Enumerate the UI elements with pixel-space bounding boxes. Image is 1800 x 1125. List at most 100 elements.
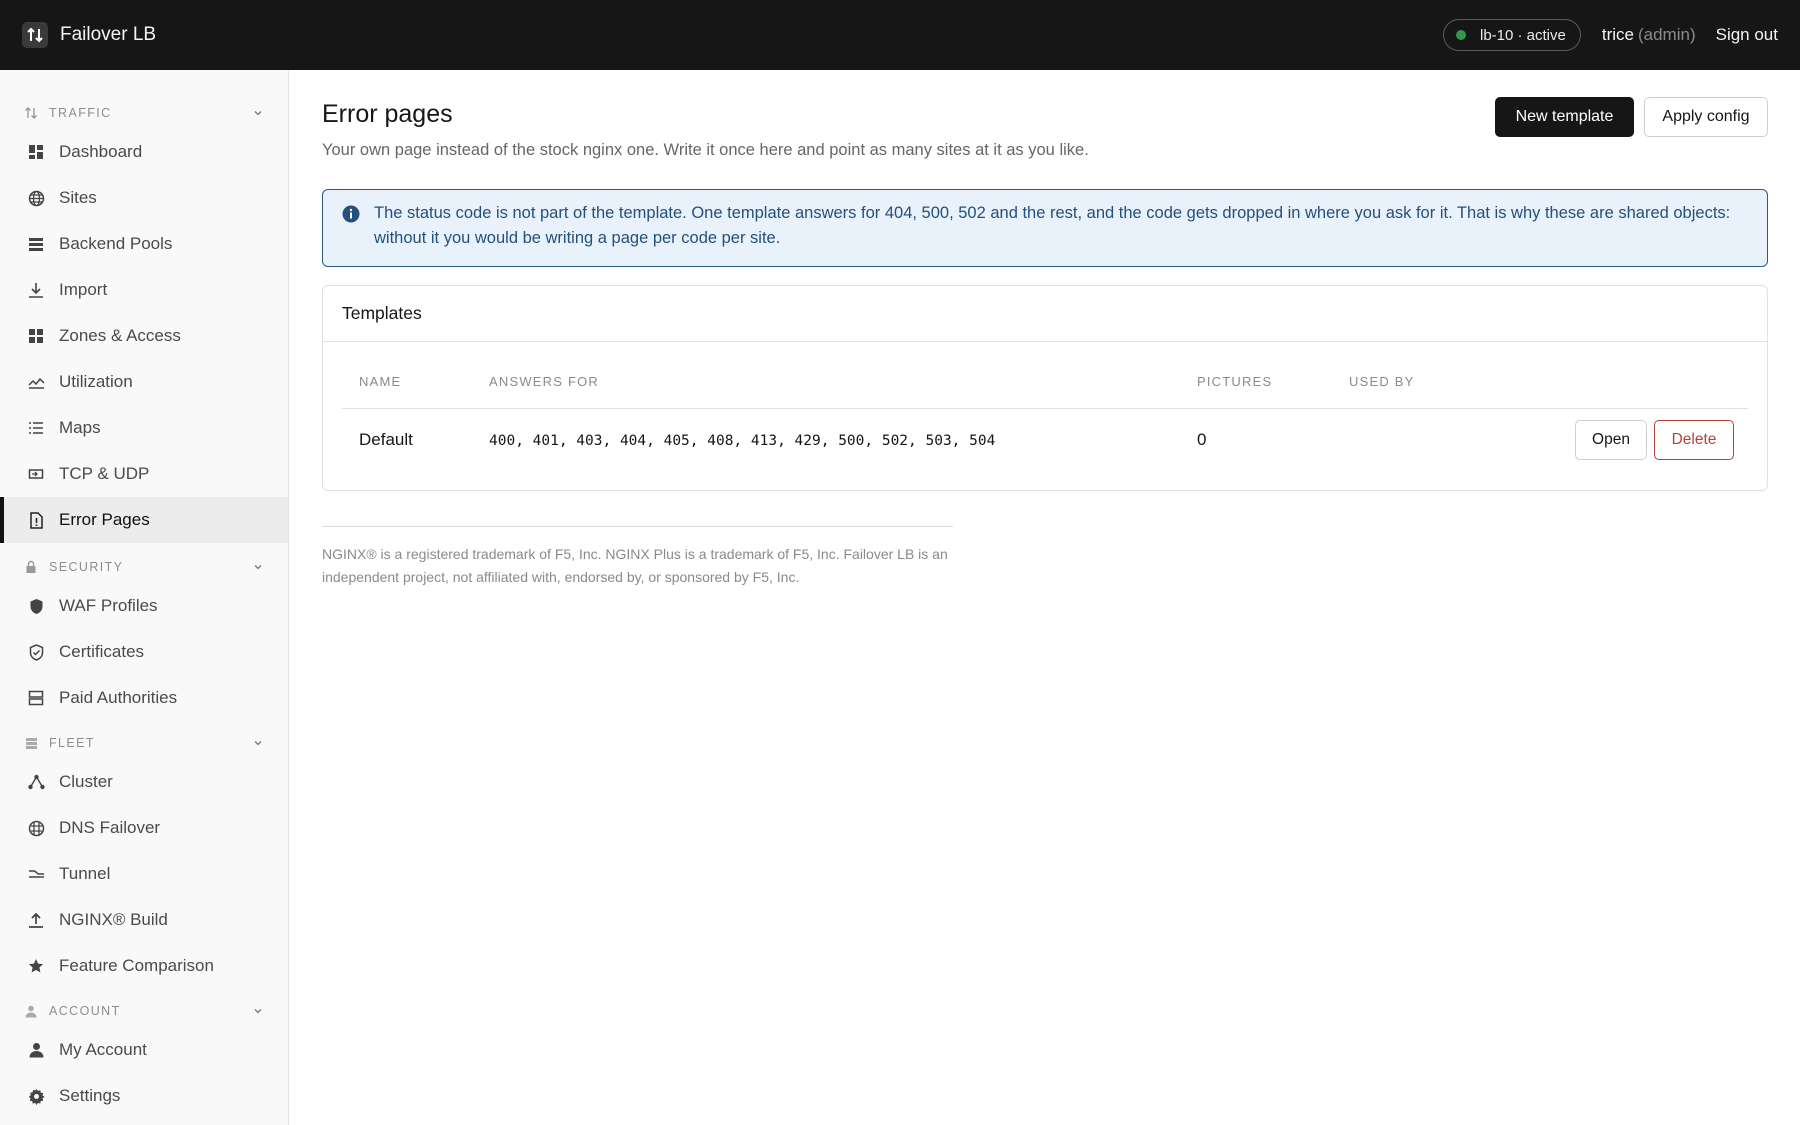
section-traffic[interactable]: TRAFFIC <box>0 101 289 125</box>
sidebar-item-tunnel[interactable]: Tunnel <box>0 851 288 897</box>
sidebar-item-label: WAF Profiles <box>59 596 158 615</box>
top-bar: Failover LB lb-10 · active trice (admin) … <box>0 0 1800 70</box>
lock-icon <box>24 560 38 574</box>
user-role: (admin) <box>1637 25 1696 44</box>
card-header: Templates <box>323 286 1767 342</box>
sidebar-item-error-pages[interactable]: Error Pages <box>0 497 288 543</box>
chevron-down-icon <box>253 108 263 118</box>
sidebar-item-label: Settings <box>59 1086 121 1105</box>
column-header-answers-for: ANSWERS FOR <box>489 374 599 389</box>
sidebar-item-label: TCP & UDP <box>59 464 150 483</box>
tunnel-icon <box>27 865 45 883</box>
apply-config-button[interactable]: Apply config <box>1644 97 1768 137</box>
sidebar-item-label: Maps <box>59 418 101 437</box>
download-icon <box>27 281 45 299</box>
sidebar-item-label: DNS Failover <box>59 818 161 837</box>
server-icon <box>27 689 45 707</box>
sidebar-item-label: Paid Authorities <box>59 688 178 707</box>
sidebar-item-nginx-build[interactable]: NGINX® Build <box>0 897 288 943</box>
delete-button[interactable]: Delete <box>1654 420 1734 460</box>
user-icon <box>24 1004 38 1018</box>
sidebar-item-feature-comparison[interactable]: Feature Comparison <box>0 943 288 989</box>
section-label: FLEET <box>49 736 95 750</box>
shield-icon <box>27 597 45 615</box>
footer-divider <box>322 526 953 527</box>
sidebar-item-cluster[interactable]: Cluster <box>0 759 288 805</box>
header-divider <box>342 408 1748 409</box>
sidebar: TRAFFIC Dashboard Sites Backend Pools Im… <box>0 70 289 1125</box>
sidebar-item-label: Error Pages <box>59 510 150 529</box>
template-answers-for: 400, 401, 403, 404, 405, 408, 413, 429, … <box>489 433 996 449</box>
file-alert-icon <box>27 511 45 529</box>
legal-notice: NGINX® is a registered trademark of F5, … <box>322 546 948 585</box>
section-fleet[interactable]: FLEET <box>0 731 289 755</box>
chevron-down-icon <box>253 738 263 748</box>
chart-line-icon <box>27 373 45 391</box>
status-badge: lb-10 · active <box>1442 19 1581 51</box>
section-account[interactable]: ACCOUNT <box>0 999 289 1023</box>
sidebar-item-label: Tunnel <box>59 864 111 883</box>
stack-icon <box>27 235 45 253</box>
page-title: Error pages <box>322 100 453 128</box>
new-template-button[interactable]: New template <box>1495 97 1634 137</box>
sidebar-item-label: Dashboard <box>59 142 143 161</box>
sort-arrows-icon <box>22 22 48 48</box>
column-header-pictures: PICTURES <box>1197 374 1273 389</box>
card-title: Templates <box>342 303 422 323</box>
templates-card: Templates NAME ANSWERS FOR PICTURES USED… <box>322 285 1768 491</box>
sidebar-item-dns-failover[interactable]: DNS Failover <box>0 805 288 851</box>
template-pictures: 0 <box>1197 430 1207 449</box>
sidebar-item-waf-profiles[interactable]: WAF Profiles <box>0 583 288 629</box>
status-dot <box>1455 30 1466 40</box>
info-text: The status code is not part of the templ… <box>374 204 1731 247</box>
sidebar-item-label: Backend Pools <box>59 234 173 253</box>
sidebar-item-label: My Account <box>59 1040 147 1059</box>
status-text: lb-10 · active <box>1479 26 1566 44</box>
sidebar-item-import[interactable]: Import <box>0 267 288 313</box>
brand[interactable]: Failover LB <box>22 22 156 48</box>
sidebar-item-dashboard[interactable]: Dashboard <box>0 129 288 175</box>
app-title: Failover LB <box>60 24 157 45</box>
port-icon <box>27 465 45 483</box>
user-info: trice (admin) <box>1602 25 1696 45</box>
sidebar-item-my-account[interactable]: My Account <box>0 1027 288 1073</box>
open-button[interactable]: Open <box>1575 420 1647 460</box>
info-banner: The status code is not part of the templ… <box>322 189 1768 267</box>
sidebar-item-backend-pools[interactable]: Backend Pools <box>0 221 288 267</box>
sidebar-item-settings[interactable]: Settings <box>0 1073 288 1119</box>
sidebar-item-label: Cluster <box>59 772 113 791</box>
sidebar-item-label: Utilization <box>59 372 133 391</box>
star-icon <box>27 957 45 975</box>
sidebar-item-tcp-udp[interactable]: TCP & UDP <box>0 451 288 497</box>
grid-icon <box>27 327 45 345</box>
section-label: ACCOUNT <box>49 1004 121 1018</box>
sidebar-item-label: NGINX® Build <box>59 910 168 929</box>
sidebar-item-label: Certificates <box>59 642 145 661</box>
chevron-down-icon <box>253 1006 263 1016</box>
sidebar-item-sites[interactable]: Sites <box>0 175 288 221</box>
sidebar-item-label: Import <box>59 280 108 299</box>
sidebar-item-certificates[interactable]: Certificates <box>0 629 288 675</box>
gear-icon <box>27 1087 45 1105</box>
sidebar-item-label: Feature Comparison <box>59 956 214 975</box>
sidebar-item-label: Sites <box>59 188 97 207</box>
column-header-used-by: USED BY <box>1349 374 1415 389</box>
server-icon <box>24 736 38 750</box>
list-icon <box>27 419 45 437</box>
user-name: trice <box>1601 25 1634 44</box>
column-header-name: NAME <box>359 374 402 389</box>
info-icon <box>342 205 360 223</box>
chevron-down-icon <box>253 562 263 572</box>
section-label: TRAFFIC <box>49 106 112 120</box>
section-security[interactable]: SECURITY <box>0 555 289 579</box>
globe-network-icon <box>27 819 45 837</box>
sidebar-item-utilization[interactable]: Utilization <box>0 359 288 405</box>
person-icon <box>27 1041 45 1059</box>
sidebar-item-zones-access[interactable]: Zones & Access <box>0 313 288 359</box>
template-name: Default <box>359 430 413 449</box>
sidebar-item-paid-authorities[interactable]: Paid Authorities <box>0 675 288 721</box>
sidebar-item-maps[interactable]: Maps <box>0 405 288 451</box>
cluster-icon <box>27 773 45 791</box>
section-label: SECURITY <box>49 560 124 574</box>
sign-out-link[interactable]: Sign out <box>1716 25 1778 45</box>
